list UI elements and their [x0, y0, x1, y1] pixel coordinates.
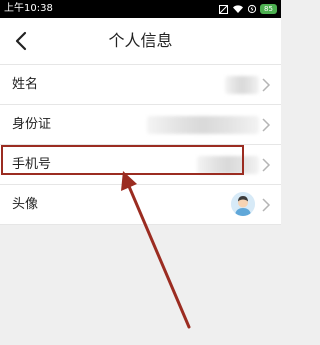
- chevron-right-icon: [262, 118, 271, 132]
- back-arrow-icon[interactable]: [10, 29, 34, 53]
- page-title: 个人信息: [108, 31, 173, 50]
- battery-icon: 85: [260, 4, 277, 14]
- user-avatar-icon: [231, 192, 255, 216]
- sim-signal-icon: [219, 4, 228, 14]
- obscured-id-value: [147, 116, 259, 134]
- status-bar: 上午10:38 85: [0, 0, 281, 18]
- charging-icon: [248, 4, 256, 14]
- row-id-card[interactable]: 身份证: [0, 104, 281, 144]
- row-avatar[interactable]: 头像: [0, 184, 281, 225]
- avatar: [231, 192, 255, 216]
- chevron-right-icon: [262, 78, 271, 92]
- row-name[interactable]: 姓名: [0, 64, 281, 104]
- navigation-bar: 个人信息: [0, 18, 281, 64]
- wifi-icon: [233, 5, 243, 13]
- row-label: 姓名: [12, 77, 39, 92]
- obscured-name-value: [225, 76, 259, 94]
- chevron-right-icon: [262, 198, 271, 212]
- battery-level: 85: [264, 5, 273, 13]
- status-time: 上午10:38: [4, 3, 53, 14]
- chevron-right-icon: [262, 158, 271, 172]
- row-label: 头像: [12, 197, 39, 212]
- row-label: 身份证: [12, 117, 52, 132]
- highlight-box: [1, 145, 244, 175]
- status-icons: 85: [219, 2, 277, 16]
